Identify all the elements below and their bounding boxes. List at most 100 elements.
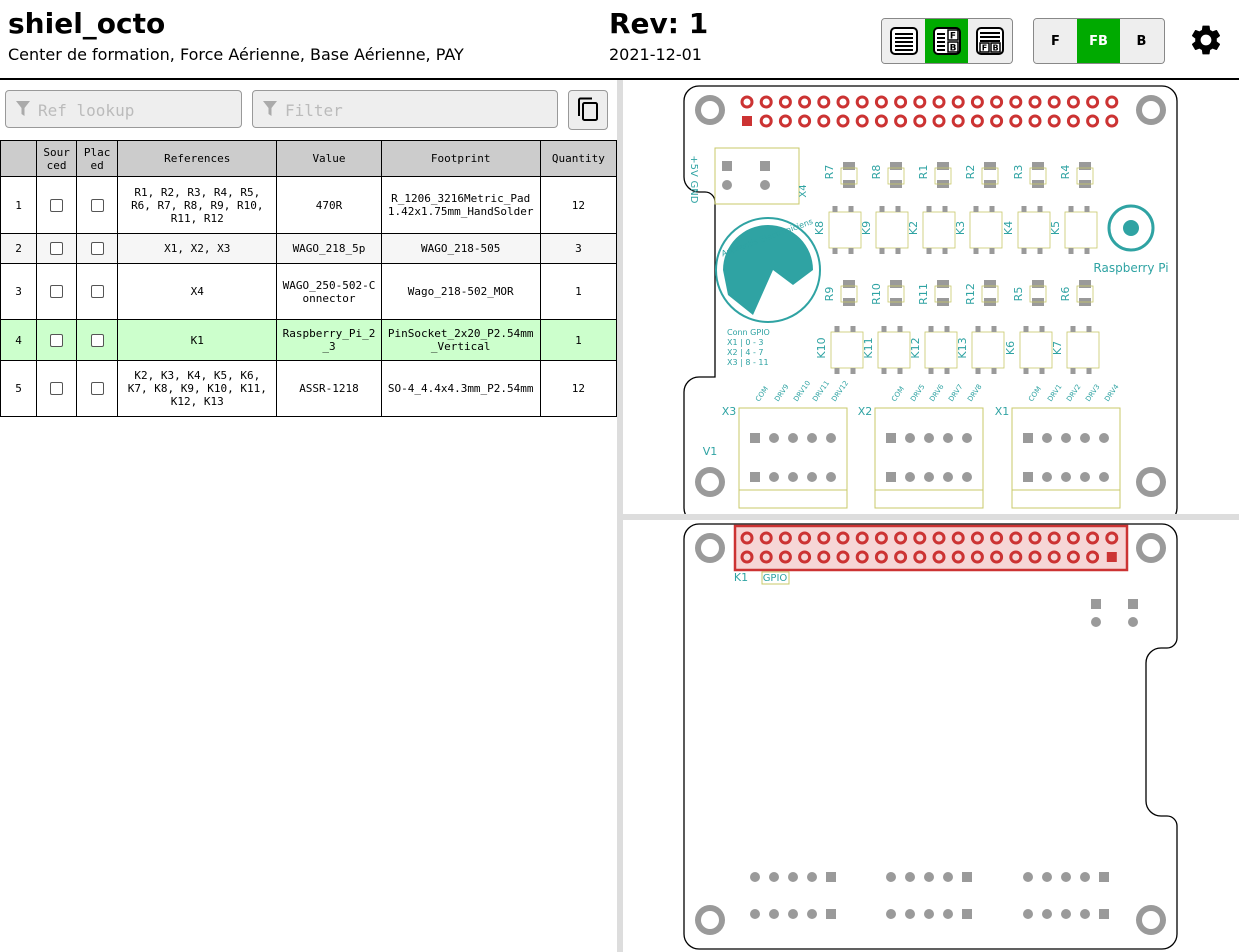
relay-pin	[1037, 248, 1043, 254]
column-header-footprint[interactable]: Footprint	[380, 140, 541, 177]
sourced-checkbox[interactable]	[50, 285, 64, 299]
silkscreen-label: R8	[870, 165, 883, 180]
placed-checkbox-cell	[76, 176, 119, 234]
terminal-pad	[905, 433, 915, 443]
silkscreen-label: GPIO	[763, 573, 788, 584]
column-header-quantity[interactable]: Quantity	[539, 140, 618, 177]
silkscreen-label: GND	[688, 181, 699, 204]
relay-pin	[1068, 248, 1074, 254]
settings-gear-icon[interactable]	[1188, 22, 1224, 58]
x4-pad-square	[722, 161, 732, 171]
copy-icon	[578, 97, 598, 121]
silkscreen-label: K2	[907, 221, 920, 235]
svg-text:F: F	[949, 32, 955, 42]
ref-lookup-input[interactable]	[36, 91, 239, 129]
placed-checkbox[interactable]	[90, 242, 104, 256]
sourced-checkbox[interactable]	[50, 242, 64, 256]
table-row-highlighted[interactable]: 4 K1 Raspberry_Pi_2_3 PinSocket_2x20_P2.…	[0, 319, 618, 361]
front-only-button[interactable]: F	[1034, 19, 1077, 63]
terminal-pad	[769, 909, 779, 919]
terminal-pad	[750, 872, 760, 882]
bom-pane: Sourced Placed References Value Footprin…	[0, 80, 618, 952]
terminal-pad	[1099, 472, 1109, 482]
references-cell: X4	[117, 263, 278, 320]
terminal-pad	[886, 872, 896, 882]
silkscreen-label: R10	[870, 283, 883, 305]
silkscreen-label: X2	[858, 405, 873, 418]
mounting-hole-center	[701, 539, 719, 557]
relay-pin	[944, 326, 950, 332]
placed-checkbox[interactable]	[90, 198, 104, 212]
bom-left-drawings-right-button[interactable]: F B	[925, 19, 968, 63]
terminal-pad	[826, 472, 836, 482]
terminal-pad	[905, 472, 915, 482]
relay-pin	[942, 206, 948, 212]
placed-checkbox-cell	[76, 319, 119, 361]
table-row[interactable]: 1 R1, R2, R3, R4, R5, R6, R7, R8, R9, R1…	[0, 176, 618, 234]
pcb-front-canvas[interactable]: +5V GND X4 R7 K8 R9 K10 R8 K9 R10 K11 R1 K2 R11 K12 R2 K…	[623, 80, 1239, 514]
placed-checkbox[interactable]	[90, 285, 104, 299]
terminal-pad-square	[826, 872, 836, 882]
relay-pin	[850, 368, 856, 374]
file-date: 2021-12-01	[609, 45, 702, 64]
placed-checkbox[interactable]	[90, 382, 104, 396]
copy-bom-button[interactable]	[568, 90, 608, 130]
sourced-checkbox[interactable]	[50, 333, 64, 347]
silkscreen-label: R12	[964, 283, 977, 305]
raspberry-logo-center	[1123, 220, 1139, 236]
relay-pin	[1070, 368, 1076, 374]
resistor-pad	[843, 280, 855, 288]
filter-input[interactable]	[283, 91, 555, 129]
relay-pin	[881, 368, 887, 374]
placed-checkbox[interactable]	[90, 333, 104, 347]
relay-pin	[848, 248, 854, 254]
resistor-pad	[843, 162, 855, 170]
bom-only-button[interactable]	[882, 19, 925, 63]
table-row[interactable]: 3 X4 WAGO_250-502-Connector Wago_218-502…	[0, 263, 618, 320]
terminal-pad	[1080, 433, 1090, 443]
terminal-pad-square	[886, 433, 896, 443]
sourced-checkbox[interactable]	[50, 382, 64, 396]
relay-pin	[989, 248, 995, 254]
filter-box	[252, 90, 558, 129]
back-only-button[interactable]: B	[1120, 19, 1163, 63]
relay-pin	[1086, 326, 1092, 332]
back-pad	[1128, 617, 1138, 627]
silkscreen-label: K13	[956, 337, 969, 358]
footprint-cell: R_1206_3216Metric_Pad1.42x1.75mm_HandSol…	[380, 176, 541, 234]
column-header-value[interactable]: Value	[276, 140, 382, 177]
sourced-checkbox[interactable]	[50, 198, 64, 212]
x4-pad-square	[760, 161, 770, 171]
back-pad-square	[1128, 599, 1138, 609]
relay-pin	[897, 326, 903, 332]
relay-pin	[1039, 326, 1045, 332]
resistor-pad	[984, 162, 996, 170]
relay-pin	[975, 368, 981, 374]
terminal-pad	[1061, 472, 1071, 482]
resistor-pad	[1032, 280, 1044, 288]
table-row[interactable]: 5 K2, K3, K4, K5, K6, K7, K8, K9, K10, K…	[0, 360, 618, 417]
silkscreen-label: K1	[734, 571, 748, 584]
relay-pin	[989, 206, 995, 212]
front-and-back-button[interactable]: FB	[1077, 19, 1120, 63]
bom-top-drawings-bottom-button[interactable]: F B	[968, 19, 1011, 63]
pcb-back-canvas[interactable]: K1 GPIO	[623, 520, 1239, 952]
silkscreen-label: R9	[823, 287, 836, 302]
k1-socket-highlight	[733, 524, 1129, 572]
footprint-cell: Wago_218-502_MOR	[380, 263, 541, 320]
terminal-pad	[905, 872, 915, 882]
column-header-sourced[interactable]: Sour ced	[36, 140, 78, 177]
relay-pin	[928, 326, 934, 332]
terminal-pad	[1023, 909, 1033, 919]
column-header-references[interactable]: References	[117, 140, 278, 177]
terminal-pad	[924, 433, 934, 443]
silkscreen-label: K4	[1002, 221, 1015, 235]
silkscreen-label: V1	[703, 445, 718, 458]
row-index: 1	[0, 176, 38, 234]
terminal-pad	[826, 433, 836, 443]
resistor-pad	[890, 280, 902, 288]
silkscreen-label: Raspberry Pi	[1093, 261, 1168, 275]
relay-pin	[895, 248, 901, 254]
table-row[interactable]: 2 X1, X2, X3 WAGO_218_5p WAGO_218-505 3	[0, 233, 618, 264]
column-header-placed[interactable]: Plac ed	[76, 140, 119, 177]
